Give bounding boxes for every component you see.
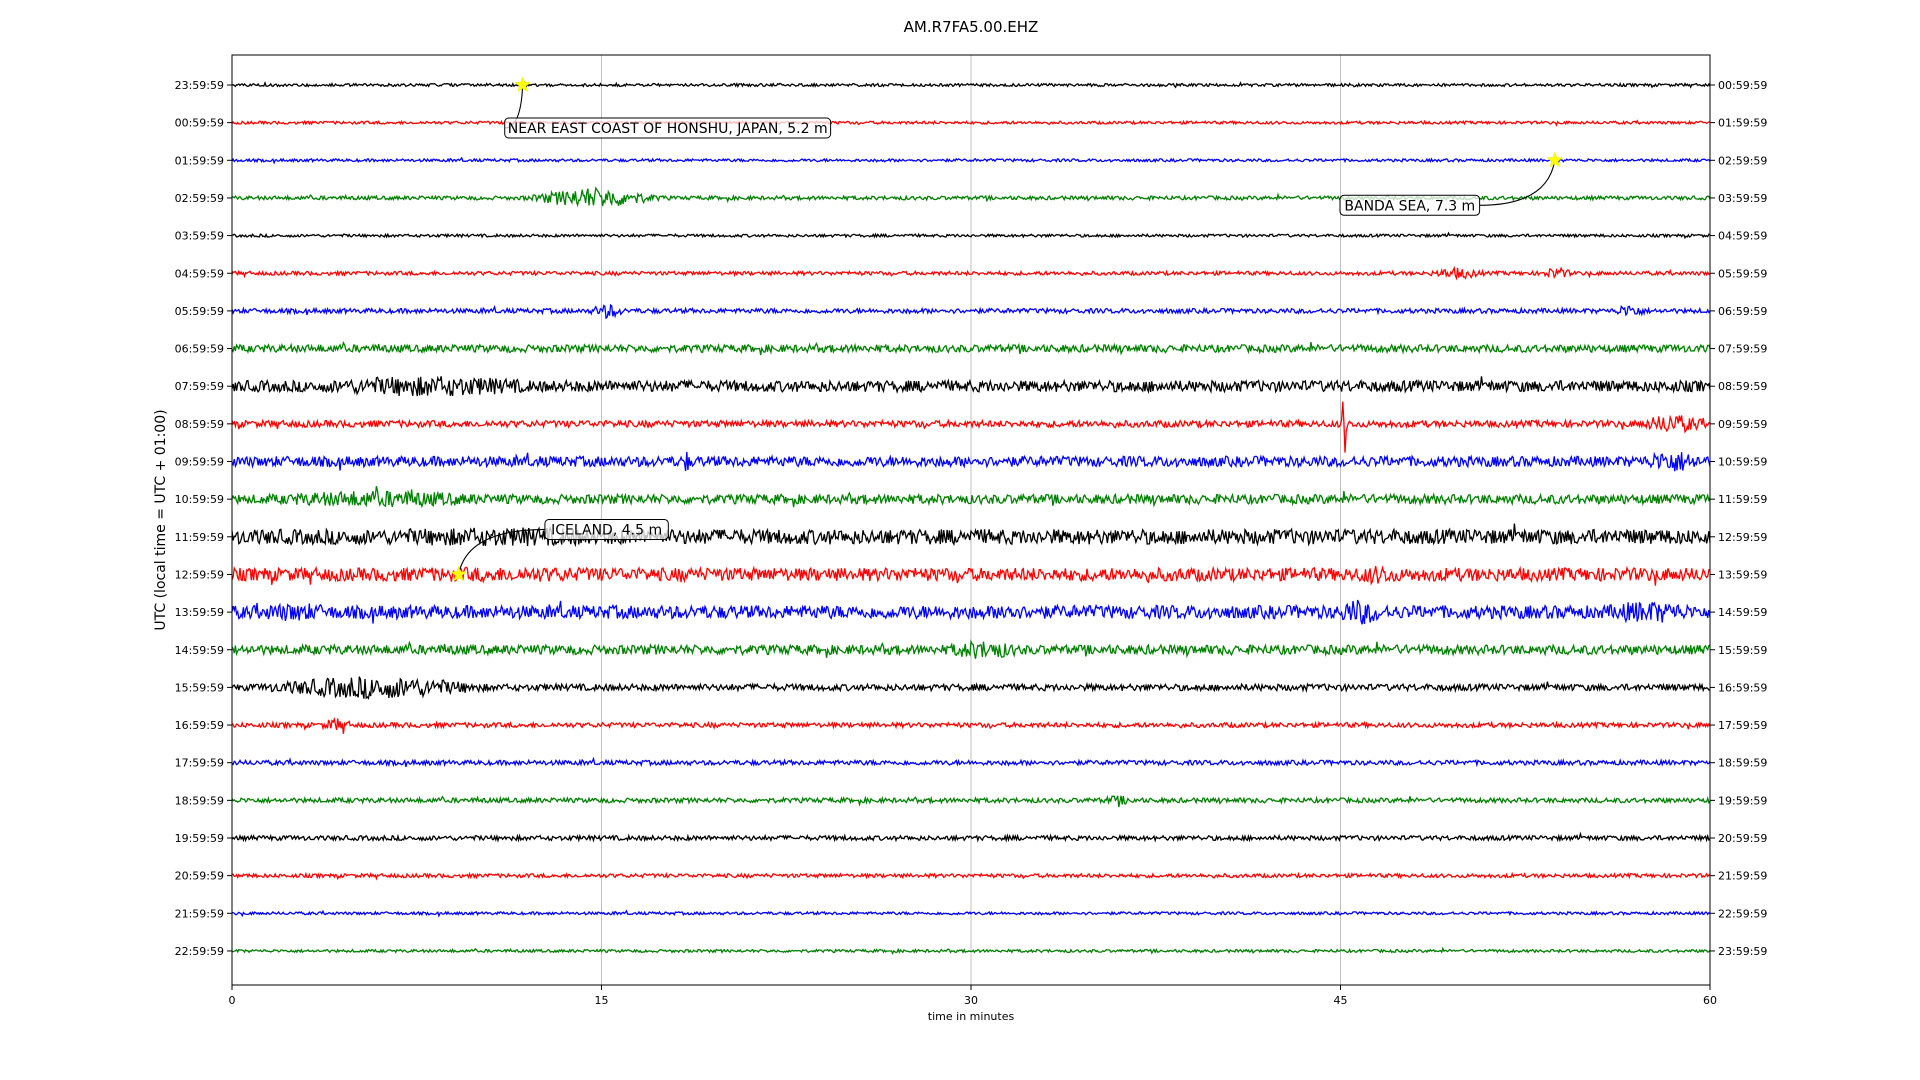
event-annotations: NEAR EAST COAST OF HONSHU, JAPAN, 5.2 m B… [450,76,1564,582]
y-tick-label-left: 16:59:59 [175,719,224,732]
event-star-icon [450,565,467,582]
y-tick-label-right: 14:59:59 [1718,606,1767,619]
y-axis-title: UTC (local time = UTC + 01:00) [153,409,169,630]
y-tick-label-left: 21:59:59 [175,907,224,920]
y-tick-label-right: 05:59:59 [1718,267,1767,280]
event-label: ICELAND, 4.5 m [551,522,662,538]
y-tick-label-left: 02:59:59 [175,192,224,205]
y-tick-label-right: 02:59:59 [1718,154,1767,167]
event-star-icon [1546,151,1564,168]
x-tick-labels: 0 15 30 45 60 [229,985,1717,1007]
y-tick-label-left: 22:59:59 [175,945,224,958]
y-tick-label-left: 13:59:59 [175,606,224,619]
y-tick-label-right: 22:59:59 [1718,907,1767,920]
y-tick-label-left: 20:59:59 [175,870,224,883]
y-tick-label-left: 04:59:59 [175,267,224,280]
y-tick-label-right: 00:59:59 [1718,79,1767,92]
y-tick-label-right: 04:59:59 [1718,230,1767,243]
x-axis-title: time in minutes [928,1010,1015,1023]
y-tick-label-right: 16:59:59 [1718,681,1767,694]
y-tick-label-left: 18:59:59 [175,794,224,807]
y-tick-label-left: 11:59:59 [175,531,224,544]
y-tick-label-right: 08:59:59 [1718,380,1767,393]
y-tick-label-right: 15:59:59 [1718,644,1767,657]
y-tick-label-left: 00:59:59 [175,117,224,130]
y-tick-label-left: 09:59:59 [175,456,224,469]
y-tick-label-right: 07:59:59 [1718,343,1767,356]
y-tick-label-right: 23:59:59 [1718,945,1767,958]
y-tick-label-left: 17:59:59 [175,757,224,770]
y-tick-label-left: 10:59:59 [175,493,224,506]
y-tick-label-left: 15:59:59 [175,681,224,694]
y-tick-label-right: 18:59:59 [1718,757,1767,770]
chart-title: AM.R7FA5.00.EHZ [904,18,1039,36]
event-label: NEAR EAST COAST OF HONSHU, JAPAN, 5.2 m [508,121,828,137]
y-tick-label-right: 10:59:59 [1718,456,1767,469]
y-tick-label-right: 19:59:59 [1718,794,1767,807]
x-tick-label: 45 [1334,994,1348,1007]
grid-lines [601,55,1341,985]
y-tick-label-right: 13:59:59 [1718,568,1767,581]
x-tick-label: 0 [229,994,236,1007]
y-tick-label-right: 06:59:59 [1718,305,1767,318]
y-tick-label-left: 05:59:59 [175,305,224,318]
x-tick-label: 30 [964,994,978,1007]
y-tick-label-right: 20:59:59 [1718,832,1767,845]
y-tick-label-right: 17:59:59 [1718,719,1767,732]
y-tick-label-left: 23:59:59 [175,79,224,92]
y-tick-label-right: 11:59:59 [1718,493,1767,506]
y-tick-label-left: 06:59:59 [175,343,224,356]
y-tick-label-left: 03:59:59 [175,230,224,243]
y-tick-label-left: 14:59:59 [175,644,224,657]
y-tick-label-right: 03:59:59 [1718,192,1767,205]
x-tick-label: 60 [1703,994,1717,1007]
y-tick-label-left: 19:59:59 [175,832,224,845]
y-tick-label-right: 09:59:59 [1718,418,1767,431]
y-tick-label-right: 01:59:59 [1718,117,1767,130]
event-label: BANDA SEA, 7.3 m [1344,198,1475,214]
y-tick-label-left: 08:59:59 [175,418,224,431]
y-tick-label-right: 21:59:59 [1718,870,1767,883]
y-tick-label-left: 01:59:59 [175,154,224,167]
seismogram-chart: 23:59:59 00:59:59 00:59:59 01:59:59 01:59:59… [153,18,1767,1023]
y-tick-label-left: 07:59:59 [175,380,224,393]
y-tick-label-left: 12:59:59 [175,568,224,581]
y-tick-label-right: 12:59:59 [1718,531,1767,544]
x-tick-label: 15 [595,994,609,1007]
